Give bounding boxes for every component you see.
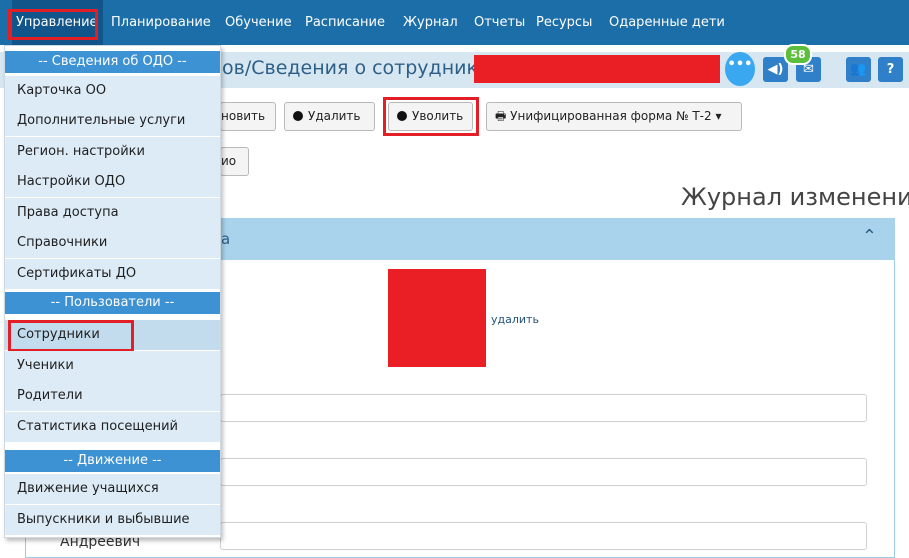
menu-section-odo-info: -- Сведения об ОДО -- bbox=[5, 51, 220, 73]
nav-schedule[interactable]: Расписание bbox=[305, 0, 385, 45]
nav-journal[interactable]: Журнал bbox=[403, 0, 458, 45]
delete-label: Удалить bbox=[308, 109, 361, 123]
menu-section-movement: -- Движение -- bbox=[5, 450, 220, 472]
update-label: новить bbox=[221, 109, 266, 123]
t2-form-dropdown[interactable]: 🖶 Унифицированная форма № Т-2 ▾ bbox=[486, 102, 742, 131]
menu-item-certificates[interactable]: Сертификаты ДО bbox=[5, 259, 220, 289]
redacted-name bbox=[474, 55, 720, 83]
menu-item-student-movement[interactable]: Движение учащихся bbox=[5, 474, 220, 504]
caret-down-icon: ▾ bbox=[711, 109, 722, 123]
delete-photo-link[interactable]: удалить bbox=[491, 313, 539, 326]
top-navigation: Управление Планирование Обучение Расписа… bbox=[0, 0, 909, 45]
menu-section-users: -- Пользователи -- bbox=[5, 292, 220, 314]
menu-item-attendance-stats[interactable]: Статистика посещений bbox=[5, 412, 220, 442]
menu-item-extra-services[interactable]: Дополнительные услуги bbox=[5, 106, 220, 136]
menu-item-directories[interactable]: Справочники bbox=[5, 228, 220, 258]
employee-photo-redacted bbox=[388, 269, 486, 367]
chevron-up-icon[interactable]: ⌃ bbox=[862, 226, 877, 247]
menu-item-access-rights[interactable]: Права доступа bbox=[5, 198, 220, 228]
text-field-1[interactable] bbox=[220, 394, 867, 422]
users-icon[interactable]: 👥 bbox=[846, 57, 871, 82]
help-icon[interactable]: ? bbox=[878, 57, 903, 82]
nav-reports[interactable]: Отчеты bbox=[474, 0, 525, 45]
highlight-nav-management bbox=[8, 9, 98, 40]
menu-item-graduates[interactable]: Выпускники и выбывшие bbox=[5, 505, 220, 535]
menu-item-odo-settings[interactable]: Настройки ОДО bbox=[5, 167, 220, 197]
menu-item-region-settings[interactable]: Регион. настройки bbox=[5, 137, 220, 167]
megaphone-icon[interactable]: ◀) bbox=[763, 57, 788, 82]
minus-circle-icon bbox=[293, 111, 303, 121]
printer-icon: 🖶 bbox=[495, 109, 511, 123]
highlight-dismiss-button bbox=[383, 97, 479, 136]
panel-header-label: а bbox=[221, 230, 231, 248]
secondary-button[interactable]: ио bbox=[220, 147, 249, 176]
menu-item-org-card[interactable]: Карточка ОО bbox=[5, 76, 220, 106]
update-button[interactable]: новить bbox=[220, 102, 276, 131]
text-field-2[interactable] bbox=[220, 458, 867, 486]
text-field-3[interactable] bbox=[220, 522, 867, 550]
nav-gifted-children[interactable]: Одаренные дети bbox=[609, 0, 725, 45]
page-title: ов/Сведения о сотруднике: bbox=[222, 57, 497, 79]
nav-learning[interactable]: Обучение bbox=[225, 0, 292, 45]
change-journal-title[interactable]: Журнал изменений bbox=[681, 183, 909, 211]
chat-icon[interactable]: ••• bbox=[725, 52, 755, 86]
menu-item-parents[interactable]: Родители bbox=[5, 381, 220, 411]
highlight-employees bbox=[8, 320, 134, 352]
secondary-label: ио bbox=[221, 154, 237, 168]
messages-count-badge: 58 bbox=[784, 44, 812, 65]
nav-resources[interactable]: Ресурсы bbox=[536, 0, 592, 45]
menu-item-students[interactable]: Ученики bbox=[5, 351, 220, 381]
delete-button[interactable]: Удалить bbox=[284, 102, 375, 131]
t2-form-label: Унифицированная форма № Т-2 bbox=[510, 109, 712, 123]
nav-planning[interactable]: Планирование bbox=[111, 0, 211, 45]
